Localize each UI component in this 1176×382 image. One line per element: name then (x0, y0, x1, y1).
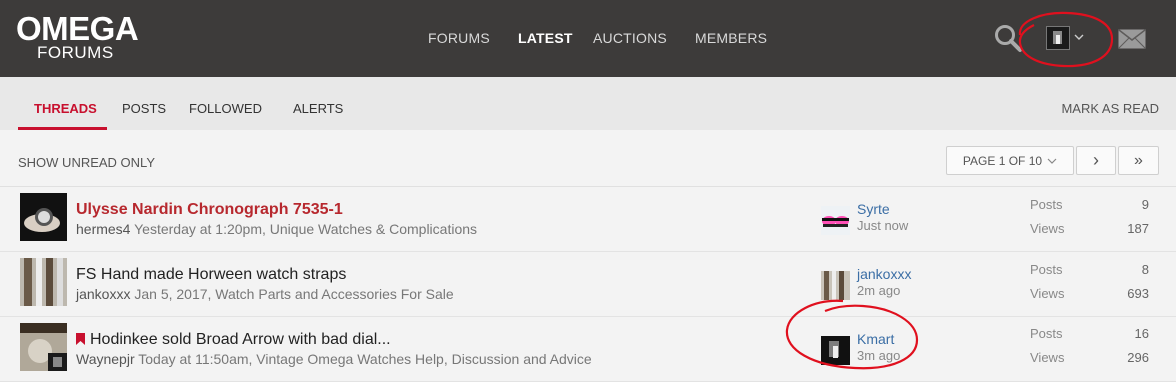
views-count: 296 (1127, 350, 1149, 365)
thread-meta: jankoxxx Jan 5, 2017, Watch Parts and Ac… (76, 286, 454, 302)
posts-label: Posts (1030, 197, 1063, 212)
tab-followed[interactable]: FOLLOWED (189, 101, 262, 116)
thread-author[interactable]: jankoxxx (76, 286, 130, 302)
thread-author-avatar[interactable] (20, 258, 67, 306)
bookmark-icon (76, 333, 85, 345)
posts-label: Posts (1030, 262, 1063, 277)
chevron-right-icon: › (1093, 150, 1099, 170)
thread-author-avatar[interactable] (20, 323, 67, 371)
thread-title[interactable]: Ulysse Nardin Chronograph 7535-1 (76, 201, 343, 219)
annotation-circle-kmart (785, 299, 919, 370)
thread-meta-text: Yesterday at 1:20pm, Unique Watches & Co… (130, 221, 478, 237)
posts-count: 8 (1141, 262, 1149, 277)
nav-latest[interactable]: LATEST (518, 30, 573, 46)
thread-row[interactable]: FS Hand made Horween watch straps jankox… (0, 252, 1176, 317)
last-poster-name[interactable]: Syrte (857, 201, 890, 217)
last-page-button[interactable]: » (1118, 146, 1159, 175)
mark-as-read-link[interactable]: MARK AS READ (1061, 101, 1159, 116)
last-post-time: 2m ago (857, 283, 901, 298)
thread-author-avatar[interactable] (20, 193, 67, 241)
thread-title-text: Hand made Horween watch straps (100, 266, 347, 283)
nav-forums[interactable]: FORUMS (428, 30, 490, 46)
tab-posts[interactable]: POSTS (122, 101, 166, 116)
pager-row: SHOW UNREAD ONLY PAGE 1 OF 10 › » (0, 130, 1176, 187)
views-label: Views (1030, 221, 1065, 236)
thread-row[interactable]: Ulysse Nardin Chronograph 7535-1 hermes4… (0, 187, 1176, 252)
views-count: 693 (1127, 286, 1149, 301)
logo-omega: OMEGA (16, 10, 139, 47)
posts-label: Posts (1030, 326, 1063, 341)
thread-meta-text: Jan 5, 2017, Watch Parts and Accessories… (130, 286, 454, 302)
double-chevron-right-icon: » (1134, 151, 1143, 169)
top-header: OMEGA FORUMS FORUMS LATEST AUCTIONS MEMB… (0, 0, 1176, 77)
last-poster-avatar[interactable] (821, 271, 850, 300)
chevron-down-icon (1047, 158, 1057, 164)
next-page-button[interactable]: › (1076, 146, 1116, 175)
thread-meta: hermes4 Yesterday at 1:20pm, Unique Watc… (76, 221, 477, 237)
views-label: Views (1030, 350, 1065, 365)
posts-count: 9 (1141, 197, 1149, 212)
thread-author[interactable]: hermes4 (76, 221, 130, 237)
tab-alerts[interactable]: ALERTS (293, 101, 343, 116)
annotation-circle-avatar (1018, 11, 1114, 68)
thread-author[interactable]: Waynepjr (76, 351, 135, 367)
last-poster-name[interactable]: jankoxxx (857, 266, 911, 282)
site-logo[interactable]: OMEGA FORUMS (16, 10, 139, 62)
thread-title[interactable]: Hodinkee sold Broad Arrow with bad dial.… (76, 331, 391, 349)
page-select[interactable]: PAGE 1 OF 10 (946, 146, 1074, 175)
page-label: PAGE 1 OF 10 (962, 153, 1043, 168)
thread-prefix: FS (76, 266, 101, 283)
thread-meta: Waynepjr Today at 11:50am, Vintage Omega… (76, 351, 592, 367)
last-post-time: Just now (857, 218, 909, 233)
thread-title[interactable]: FS Hand made Horween watch straps (76, 266, 346, 284)
views-count: 187 (1127, 221, 1149, 236)
thread-row[interactable]: Hodinkee sold Broad Arrow with bad dial.… (0, 317, 1176, 382)
nav-members[interactable]: MEMBERS (695, 30, 767, 46)
tabs-bar: THREADS POSTS FOLLOWED ALERTS MARK AS RE… (0, 77, 1176, 130)
thread-meta-text: Today at 11:50am, Vintage Omega Watches … (134, 351, 592, 367)
views-label: Views (1030, 286, 1065, 301)
last-poster-avatar[interactable] (821, 206, 850, 235)
mail-icon[interactable] (1118, 29, 1146, 49)
nav-auctions[interactable]: AUCTIONS (593, 30, 667, 46)
thread-title-text: Hodinkee sold Broad Arrow with bad dial.… (90, 331, 391, 348)
show-unread-toggle[interactable]: SHOW UNREAD ONLY (18, 155, 155, 170)
tab-threads[interactable]: THREADS (34, 101, 97, 116)
posts-count: 16 (1134, 326, 1149, 341)
